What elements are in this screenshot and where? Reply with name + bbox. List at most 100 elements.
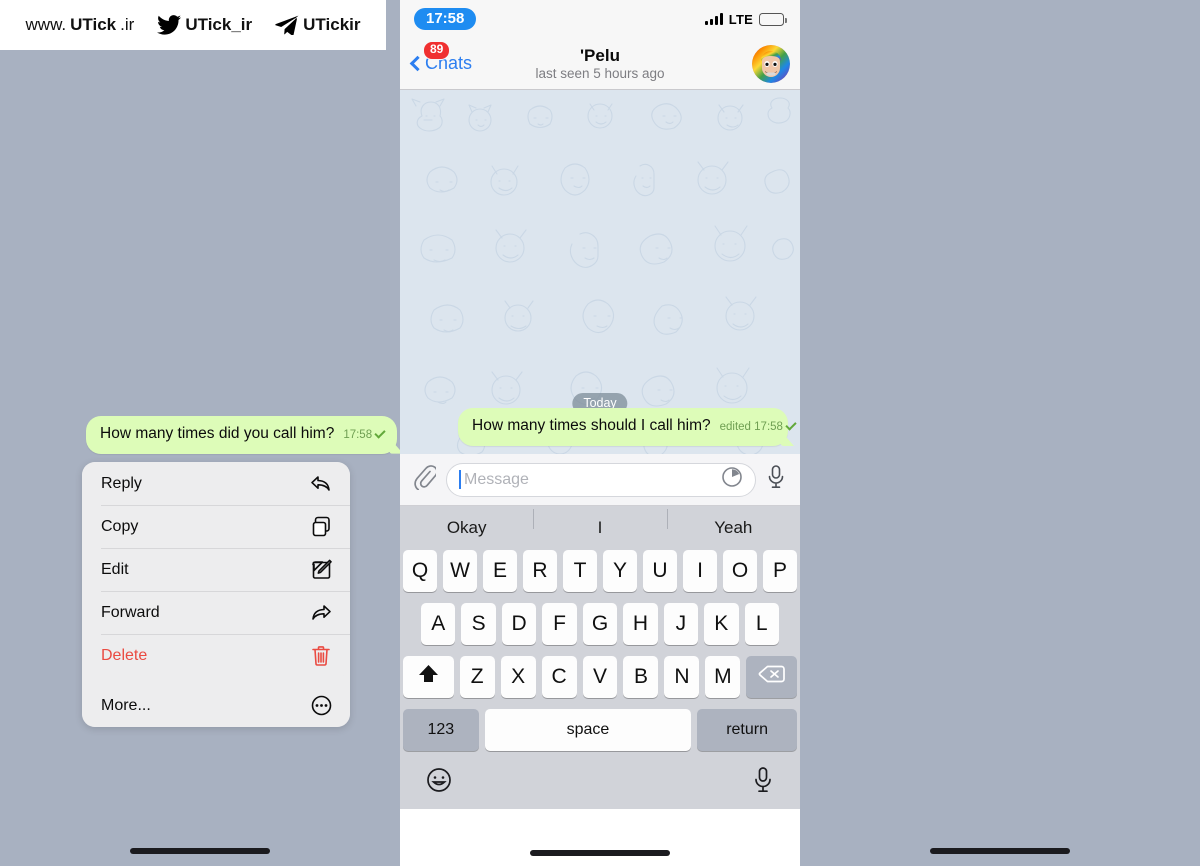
key-w[interactable]: W xyxy=(443,550,477,592)
key-l[interactable]: L xyxy=(744,603,779,645)
clock-icon[interactable] xyxy=(721,466,743,493)
website-tld: .ir xyxy=(120,15,135,34)
message-bubble[interactable]: How many times did you call him? 17:58 xyxy=(86,416,398,454)
key-u[interactable]: U xyxy=(643,550,677,592)
key-f[interactable]: F xyxy=(542,603,577,645)
prediction-2[interactable]: Yeah xyxy=(666,509,800,538)
left-phone-panel: How many times did you call him? 17:58 R… xyxy=(0,0,400,866)
context-menu-item-delete[interactable]: Delete xyxy=(82,634,350,677)
key-h[interactable]: H xyxy=(623,603,658,645)
context-menu-item-more[interactable]: More... xyxy=(82,684,350,727)
context-menu-divider xyxy=(82,677,350,684)
return-key[interactable]: return xyxy=(697,709,797,751)
center-phone-panel: 17:58 LTE Chats 89 'Pelu last seen 5 hou… xyxy=(400,0,800,866)
shift-key[interactable] xyxy=(403,656,454,698)
chat-wallpaper: Today How many times should I call him? … xyxy=(400,90,800,454)
keyboard-row-3: Z X C V B N M xyxy=(400,656,800,698)
telegram-handle: UTickir xyxy=(303,15,361,34)
chat-last-seen: last seen 5 hours ago xyxy=(535,66,665,82)
space-key[interactable]: space xyxy=(484,709,692,751)
message-meta: edited 17:58 xyxy=(719,419,797,434)
status-bar: 17:58 LTE xyxy=(400,0,800,38)
context-menu-item-forward[interactable]: Forward xyxy=(82,591,350,634)
reply-arrow-icon xyxy=(309,472,333,496)
back-to-chats-button[interactable]: Chats 89 xyxy=(409,41,472,74)
chevron-left-icon xyxy=(409,55,426,72)
forward-arrow-icon xyxy=(309,601,333,625)
key-j[interactable]: J xyxy=(663,603,699,645)
status-indicators: LTE xyxy=(704,12,787,27)
paperclip-icon[interactable] xyxy=(414,464,438,495)
status-time-recording-pill[interactable]: 17:58 xyxy=(414,8,477,30)
key-d[interactable]: D xyxy=(501,603,537,645)
context-menu-item-copy[interactable]: Copy xyxy=(82,505,350,548)
numeric-key[interactable]: 123 xyxy=(403,709,479,751)
right-phone-panel: How many times should I call him? edited… xyxy=(800,0,1200,866)
key-n[interactable]: N xyxy=(664,656,700,698)
key-m[interactable]: M xyxy=(705,656,741,698)
microphone-icon[interactable] xyxy=(766,464,786,495)
telegram-watermark: UTickir xyxy=(275,15,360,35)
avatar[interactable] xyxy=(752,45,790,83)
key-a[interactable]: A xyxy=(421,603,456,645)
context-menu-label: Reply xyxy=(101,474,142,492)
ellipsis-circle-icon xyxy=(309,694,333,718)
key-p[interactable]: P xyxy=(763,550,797,592)
message-bubble[interactable]: How many times should I call him? edited… xyxy=(458,408,797,446)
on-screen-keyboard: Okay I Yeah Q W E R T Y U I O P A S D F xyxy=(400,506,800,809)
prediction-0[interactable]: Okay xyxy=(400,518,533,538)
website-watermark: www. UTick .ir xyxy=(26,15,135,35)
dictation-microphone-icon[interactable] xyxy=(752,766,774,799)
message-input-field[interactable]: Message xyxy=(446,462,756,497)
smiley-face-icon[interactable] xyxy=(426,767,452,798)
watermark-banner: www. UTick .ir UTick_ir UTickir xyxy=(0,0,386,50)
text-caret xyxy=(459,470,461,489)
key-y[interactable]: Y xyxy=(603,550,637,592)
keyboard-row-1: Q W E R T Y U I O P xyxy=(400,550,800,592)
screenshot-stage: www. UTick .ir UTick_ir UTickir How many t… xyxy=(0,0,1200,866)
keyboard-row-4: 123 space return xyxy=(400,709,800,751)
single-check-icon xyxy=(374,427,386,439)
backspace-key[interactable] xyxy=(746,656,798,698)
key-q[interactable]: Q xyxy=(403,550,437,592)
context-menu-label: Copy xyxy=(101,517,139,535)
key-v[interactable]: V xyxy=(582,656,618,698)
edit-pencil-icon xyxy=(309,558,333,582)
single-check-icon xyxy=(785,419,797,432)
context-menu-item-edit[interactable]: Edit xyxy=(82,548,350,591)
key-o[interactable]: O xyxy=(723,550,757,592)
chat-title: 'Pelu xyxy=(580,45,620,65)
trash-can-icon xyxy=(309,644,333,668)
context-menu-item-reply[interactable]: Reply xyxy=(82,462,350,505)
key-g[interactable]: G xyxy=(582,603,618,645)
context-menu-primary-group: Reply Copy Edit Forward Delete xyxy=(82,462,350,677)
center-message-row: How many times should I call him? edited… xyxy=(400,408,800,446)
keyboard-bottom-bar xyxy=(400,757,800,807)
key-c[interactable]: C xyxy=(541,656,577,698)
twitter-watermark: UTick_ir xyxy=(157,15,252,35)
key-s[interactable]: S xyxy=(461,603,496,645)
message-time: edited 17:58 xyxy=(719,421,783,434)
key-k[interactable]: K xyxy=(704,603,739,645)
key-t[interactable]: T xyxy=(563,550,597,592)
key-z[interactable]: Z xyxy=(459,656,495,698)
key-b[interactable]: B xyxy=(623,656,659,698)
prediction-1[interactable]: I xyxy=(533,509,666,538)
home-indicator xyxy=(930,848,1070,854)
key-e[interactable]: E xyxy=(483,550,517,592)
twitter-bird-icon xyxy=(157,15,182,35)
key-r[interactable]: R xyxy=(523,550,557,592)
schedule-icon-wrap[interactable] xyxy=(721,466,743,493)
cellular-bars-icon xyxy=(704,13,723,25)
key-x[interactable]: X xyxy=(500,656,536,698)
keyboard-row-2: A S D F G H J K L xyxy=(400,603,800,645)
shift-arrow-icon xyxy=(417,663,440,691)
message-context-menu: Reply Copy Edit Forward Delete More... xyxy=(82,462,350,727)
context-menu-secondary-group: More... xyxy=(82,684,350,727)
message-meta: 17:58 xyxy=(343,427,386,441)
context-menu-label: Delete xyxy=(101,646,148,664)
copy-pages-icon xyxy=(309,515,333,539)
message-text: How many times did you call him? xyxy=(100,425,335,442)
chat-header: Chats 89 'Pelu last seen 5 hours ago xyxy=(400,38,800,90)
key-i[interactable]: I xyxy=(683,550,717,592)
